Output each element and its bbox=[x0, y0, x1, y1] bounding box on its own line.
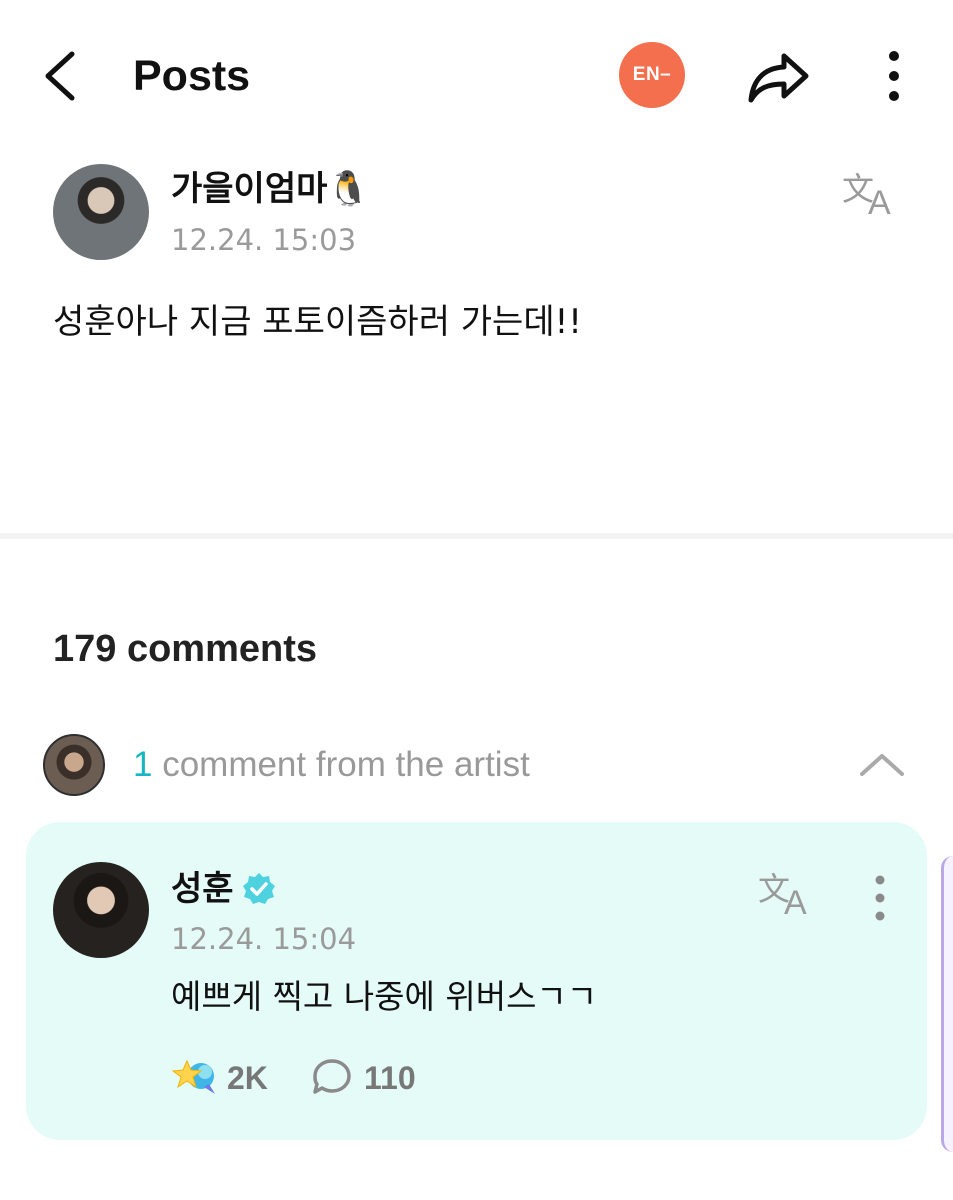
post-author-name[interactable]: 가을이엄마🐧 bbox=[171, 166, 370, 212]
svg-text:A: A bbox=[784, 884, 807, 918]
more-button[interactable] bbox=[874, 46, 914, 106]
back-button[interactable] bbox=[36, 46, 88, 106]
chevron-up-icon[interactable] bbox=[858, 744, 906, 784]
artist-comment-body: 예쁘게 찍고 나중에 위버스ㄱㄱ bbox=[171, 977, 598, 1016]
post-body: 성훈아나 지금 포토이즘하러 가는데!! bbox=[53, 302, 582, 342]
artist-comment-author[interactable]: 성훈 bbox=[171, 866, 234, 912]
artist-avatar-small bbox=[43, 734, 105, 796]
artist-comment-timestamp: 12.24. 15:04 bbox=[171, 922, 357, 956]
translate-icon: 文 A bbox=[758, 870, 807, 922]
share-icon bbox=[748, 53, 809, 103]
back-arrow-icon bbox=[45, 51, 75, 101]
artist-comment-count: 1 bbox=[133, 745, 153, 784]
reply-count: 110 bbox=[364, 1060, 416, 1096]
verified-badge-icon bbox=[243, 873, 275, 904]
artist-comment-avatar[interactable] bbox=[53, 862, 149, 958]
post-author-avatar[interactable] bbox=[53, 164, 149, 260]
community-badge[interactable]: EN– bbox=[619, 42, 685, 108]
comments-count: 179 comments bbox=[53, 628, 318, 670]
svg-text:A: A bbox=[868, 184, 891, 218]
like-button[interactable]: 2K bbox=[171, 1052, 271, 1100]
like-star-icon bbox=[171, 1059, 215, 1094]
more-vertical-icon bbox=[889, 51, 899, 101]
comment-bubble-icon bbox=[313, 1059, 351, 1094]
post-translate-button[interactable]: 文 A bbox=[842, 168, 902, 222]
like-count: 2K bbox=[227, 1060, 268, 1096]
translate-icon: 文 A bbox=[842, 170, 891, 222]
next-card-edge bbox=[941, 856, 953, 1152]
comment-more-button[interactable] bbox=[864, 872, 896, 924]
reply-button[interactable]: 110 bbox=[312, 1052, 432, 1100]
artist-comment-text: comment from the artist bbox=[152, 745, 530, 784]
post-timestamp: 12.24. 15:03 bbox=[171, 223, 357, 257]
artist-comments-label: 1 comment from the artist bbox=[133, 743, 530, 787]
more-vertical-icon bbox=[875, 875, 885, 921]
section-divider bbox=[0, 533, 953, 539]
share-button[interactable] bbox=[746, 46, 812, 106]
comment-translate-button[interactable]: 文 A bbox=[758, 868, 818, 922]
artist-comments-toggle[interactable]: 1 comment from the artist bbox=[40, 730, 920, 800]
page-title: Posts bbox=[133, 52, 251, 100]
